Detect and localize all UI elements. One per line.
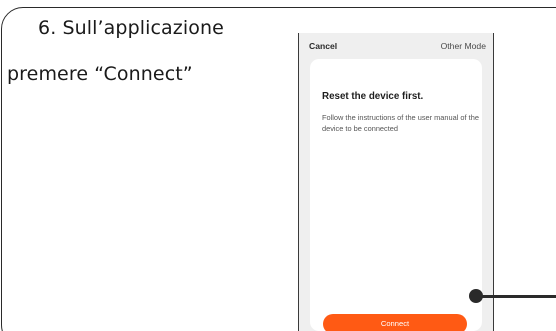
card-title: Reset the device first. — [322, 91, 424, 102]
callout-pointer-dot — [469, 289, 483, 303]
other-mode-button[interactable]: Other Mode — [441, 41, 486, 51]
manual-page: 6. Sull’applicazione premere “Connect” C… — [0, 0, 556, 331]
instruction-action-text: premere “Connect” — [7, 63, 193, 85]
reset-device-card: Reset the device first. Follow the instr… — [310, 59, 482, 331]
cancel-button[interactable]: Cancel — [309, 41, 337, 51]
card-description: Follow the instructions of the user manu… — [322, 113, 479, 133]
app-top-bar: Cancel Other Mode — [299, 33, 493, 57]
callout-pointer-line — [482, 294, 556, 298]
connect-button[interactable]: Connect — [323, 314, 467, 331]
phone-screenshot: Cancel Other Mode Reset the device first… — [298, 33, 494, 331]
instruction-step-text: 6. Sull’applicazione — [38, 17, 224, 39]
